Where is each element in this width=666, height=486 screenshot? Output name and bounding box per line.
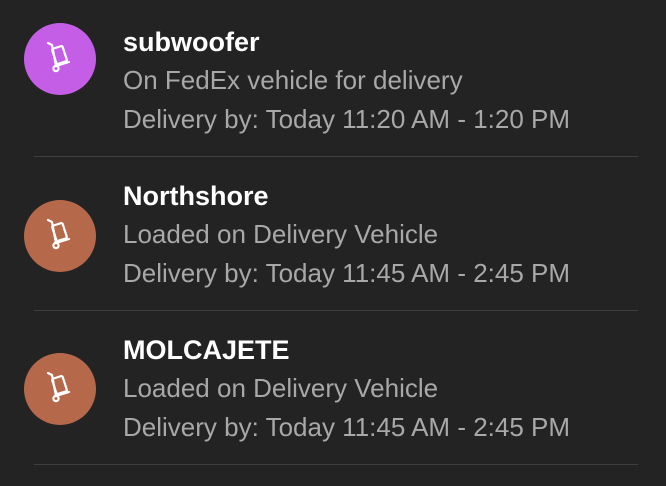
delivery-title: subwoofer [123,27,260,57]
delivery-avatar [24,200,96,272]
delivery-text: subwoofer On FedEx vehicle for delivery … [123,26,646,135]
delivery-status: Loaded on Delivery Vehicle [123,373,439,403]
hand-truck-icon [42,39,78,80]
delivery-status: On FedEx vehicle for delivery [123,65,463,95]
delivery-list: subwoofer On FedEx vehicle for delivery … [0,0,666,465]
delivery-eta: Delivery by: Today 11:20 AM - 1:20 PM [123,104,571,134]
delivery-item-subwoofer[interactable]: subwoofer On FedEx vehicle for delivery … [0,0,666,157]
delivery-avatar [24,353,96,425]
delivery-avatar [24,23,96,95]
delivery-text: MOLCAJETE Loaded on Delivery Vehicle Del… [123,334,646,443]
delivery-item-molcajete[interactable]: MOLCAJETE Loaded on Delivery Vehicle Del… [0,310,666,465]
delivery-text: Northshore Loaded on Delivery Vehicle De… [123,180,646,289]
delivery-status: Loaded on Delivery Vehicle [123,219,439,249]
delivery-title: MOLCAJETE [123,335,290,365]
delivery-title: Northshore [123,181,269,211]
delivery-item-northshore[interactable]: Northshore Loaded on Delivery Vehicle De… [0,155,666,311]
hand-truck-icon [42,369,78,410]
divider [34,464,638,465]
delivery-eta: Delivery by: Today 11:45 AM - 2:45 PM [123,258,571,288]
delivery-eta: Delivery by: Today 11:45 AM - 2:45 PM [123,412,571,442]
hand-truck-icon [42,216,78,257]
